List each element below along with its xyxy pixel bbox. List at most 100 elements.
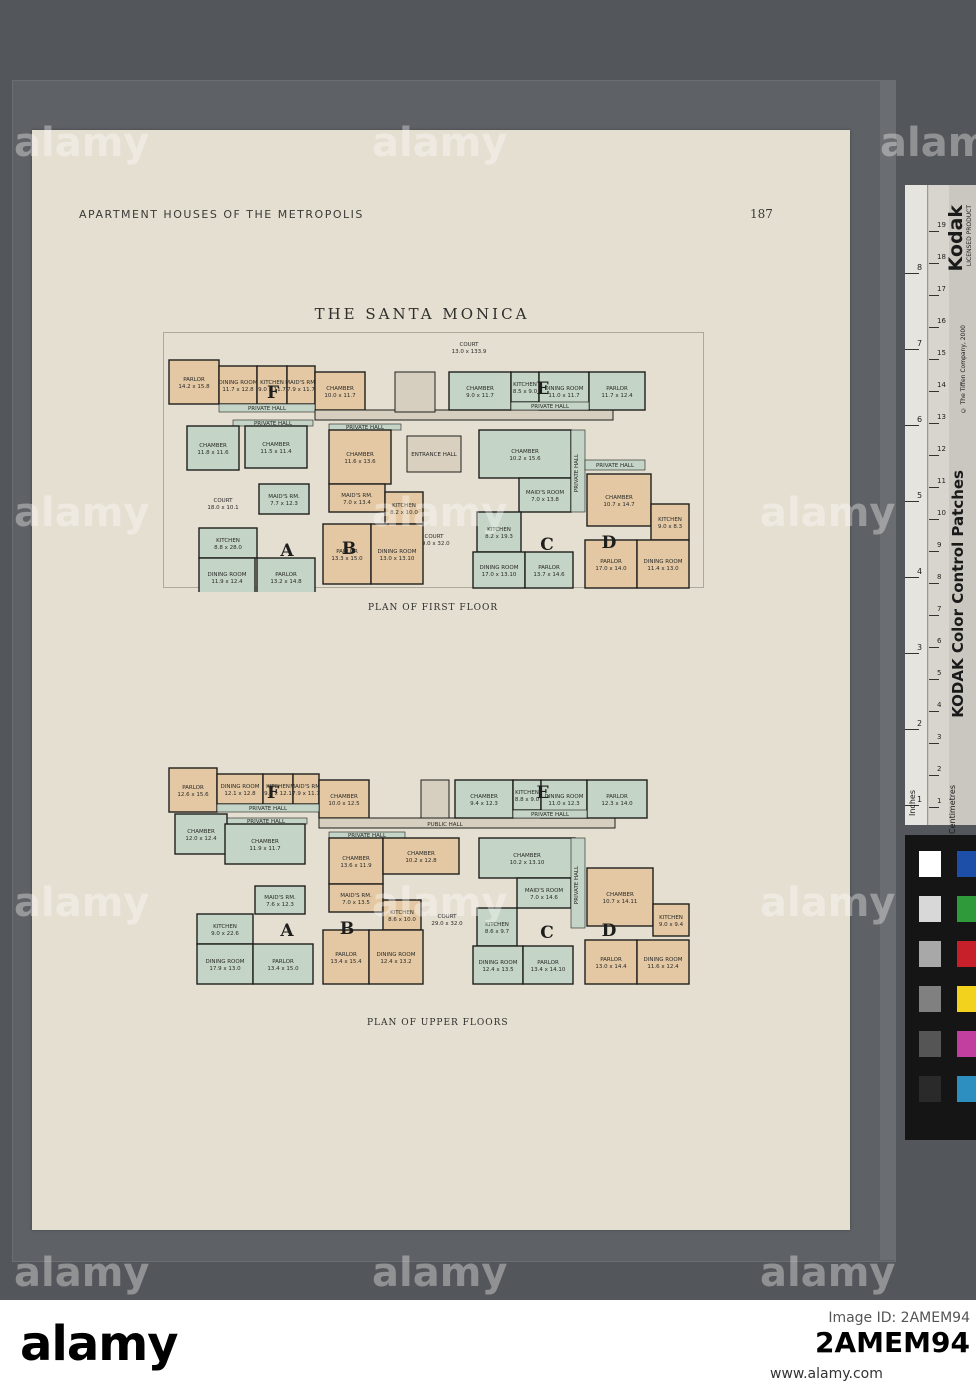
alamy-logo: alamy (20, 1316, 179, 1372)
room-name: CHAMBER (330, 794, 358, 800)
public-hall-label: PUBLIC HALL (427, 822, 463, 828)
inch-tick (905, 501, 919, 502)
gray-swatch (919, 851, 941, 877)
room-dimensions: 11.5 x 11.4 (260, 449, 292, 455)
watermark: alamy (372, 880, 508, 926)
room-dimensions: 10.0 x 12.5 (328, 801, 360, 807)
room-dimensions: 13.0 x 14.4 (595, 964, 627, 970)
cm-tick (929, 775, 939, 776)
room-name: KITCHEN (515, 790, 539, 796)
room-dimensions: 7.6 x 12.3 (266, 902, 294, 908)
room-dimensions: 9.0 x 11.7 (466, 393, 494, 399)
room-name: PARLOR (183, 377, 205, 383)
room-name: MAID'S RM. (285, 380, 317, 386)
room-name: DINING ROOM (545, 386, 584, 392)
watermark: alamy (760, 1250, 896, 1296)
room-name: CHAMBER (407, 851, 435, 857)
room-name: CHAMBER (466, 386, 494, 392)
cm-tick-label: 2 (937, 765, 942, 773)
room-name: PARLOR (600, 559, 622, 565)
gray-swatch (919, 1076, 941, 1102)
centimetres-label: Centimetres (948, 785, 957, 834)
unit-letter: D (602, 921, 617, 941)
room-name: CHAMBER (346, 452, 374, 458)
cm-tick-label: 11 (937, 477, 946, 485)
room-name: DINING ROOM (644, 559, 683, 565)
room-name: KITCHEN (213, 924, 237, 930)
room-dimensions: 10.2 x 15.6 (509, 456, 541, 462)
room-dimensions: 11.8 x 11.6 (197, 450, 229, 456)
hall-label: PRIVATE HALL (596, 463, 635, 469)
inch-tick (905, 425, 919, 426)
unit-letter: E (537, 783, 550, 803)
room-name: CHAMBER (326, 386, 354, 392)
cm-tick (929, 423, 939, 424)
watermark: alamy (14, 120, 150, 166)
cm-tick (929, 551, 939, 552)
first-floor-plan: COURT 13.0 x 133.9 PARLOR 14.2 x 15.8 DINING… (163, 332, 711, 592)
watermark: alamy (880, 120, 976, 166)
room-dimensions: 13.6 x 11.9 (340, 863, 372, 869)
upper-floor-drawing: PARLOR12.6 x 15.6DINING ROOM12.1 x 12.8K… (168, 767, 690, 985)
room-dimensions: 12.4 x 13.5 (482, 967, 514, 973)
room-dimensions: 13.0 x 13.10 (380, 556, 415, 562)
room-name: DINING ROOM (219, 380, 258, 386)
cm-tick (929, 327, 939, 328)
room-dimensions: 11.7 x 12.8 (222, 387, 254, 393)
cm-tick (929, 647, 939, 648)
court-dimensions: 13.0 x 133.9 (452, 349, 487, 355)
entrance-label: ENTRANCE HALL (411, 452, 457, 458)
room-dimensions: 8.8 x 28.0 (214, 545, 242, 551)
unit-letter: B (342, 539, 356, 559)
watermark: alamy (760, 880, 896, 926)
cm-ruler: 1 2 3 4 5 6 7 8 9 10 11 12 13 14 15 16 17 18 19 (929, 185, 949, 825)
cm-tick (929, 263, 939, 264)
inch-tick-label: 6 (917, 415, 923, 424)
cm-tick-label: 10 (937, 509, 946, 517)
cm-tick-label: 6 (937, 637, 942, 645)
cm-tick (929, 743, 939, 744)
unit-letter: B (340, 919, 354, 939)
alamy-url: www.alamy.com (770, 1366, 883, 1382)
room-name: KITCHEN (216, 538, 240, 544)
inches-label: Inches (908, 790, 917, 816)
unit-letter: A (279, 541, 294, 561)
inch-tick-label: 2 (917, 719, 923, 728)
room-name: CHAMBER (513, 853, 541, 859)
kodak-logo: Kodak (945, 205, 967, 272)
room-dimensions: 11.9 x 11.7 (249, 846, 281, 852)
room-name: DINING ROOM (480, 565, 519, 571)
gray-swatch (919, 1031, 941, 1057)
room-name: DINING ROOM (206, 959, 245, 965)
cm-tick (929, 295, 939, 296)
room-name: PARLOR (600, 957, 622, 963)
room-name: KITCHEN (658, 517, 682, 523)
room-dimensions: 7.0 x 14.6 (530, 895, 558, 901)
inch-tick (905, 729, 919, 730)
cm-tick (929, 679, 939, 680)
watermark: alamy (372, 490, 508, 536)
inch-tick (905, 653, 919, 654)
color-swatch (957, 896, 976, 922)
cm-tick-label: 4 (937, 701, 942, 709)
room-name: CHAMBER (470, 794, 498, 800)
stair-hall (394, 371, 436, 413)
watermark: alamy (372, 1250, 508, 1296)
court-label: COURT (460, 342, 480, 348)
room-name: PARLOR (182, 785, 204, 791)
gray-swatch (919, 986, 941, 1012)
stair-hall (420, 779, 450, 819)
cm-tick-label: 5 (937, 669, 942, 677)
room-name: MAID'S ROOM (526, 490, 565, 496)
room-name: PARLOR (606, 386, 628, 392)
inch-tick-label: 4 (917, 567, 923, 576)
room-dimensions: 7.0 x 13.5 (342, 900, 370, 906)
court-label: COURT (214, 498, 234, 504)
cm-tick-label: 16 (937, 317, 946, 325)
page-title: THE SANTA MONICA (314, 305, 530, 323)
room-name: PARLOR (606, 794, 628, 800)
inch-tick-label: 3 (917, 643, 923, 652)
inch-tick (905, 273, 919, 274)
watermark: alamy (14, 880, 150, 926)
inch-tick (905, 577, 919, 578)
